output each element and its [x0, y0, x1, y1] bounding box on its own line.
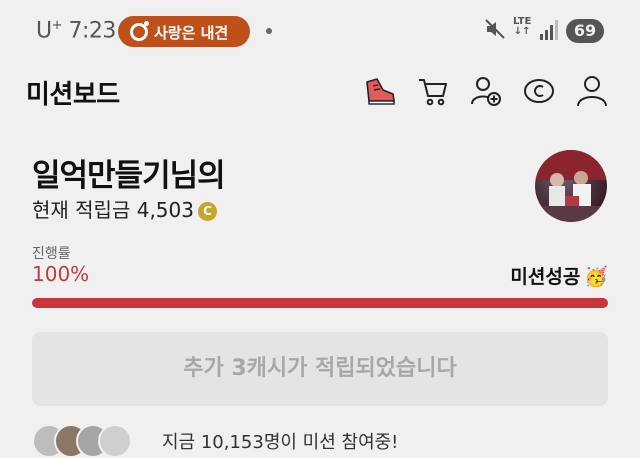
participant-avatar: [98, 424, 132, 458]
cart-icon[interactable]: [416, 74, 450, 108]
carrier-sup: +: [51, 18, 63, 33]
network-indicator: LTE ↓↑: [513, 17, 531, 37]
signal-icon: [540, 20, 558, 40]
add-friend-icon[interactable]: [469, 74, 503, 108]
notification-pill[interactable]: 사랑은 내견: [118, 16, 250, 47]
app-icon: [130, 21, 149, 41]
carrier-label: U: [36, 18, 52, 44]
coin-icon: C: [197, 202, 217, 221]
carrier-time: U+ 7:23: [36, 18, 116, 43]
mute-icon: [485, 19, 505, 39]
notification-dot: [266, 28, 272, 34]
reward-notice: 추가 3캐시가 적립되었습니다: [32, 332, 608, 406]
status-bar: U+ 7:23 사랑은 내견 LTE ↓↑ 69: [0, 0, 640, 62]
points-label: 현재 적립금: [32, 198, 131, 222]
mission-status-text: 미션성공: [510, 266, 581, 288]
progress-label: 진행률: [32, 246, 71, 262]
data-arrows-icon: ↓↑: [513, 26, 531, 37]
cash-icon[interactable]: [522, 74, 556, 108]
profile-icon[interactable]: [575, 74, 609, 108]
avatar[interactable]: [535, 150, 607, 222]
progress-bar: [32, 298, 608, 308]
clock: 7:23: [68, 18, 117, 44]
participants-text: 지금 10,153명이 미션 참여중!: [162, 432, 399, 453]
user-name: 일억만들기님의: [32, 158, 226, 194]
progress-fill: [32, 298, 608, 308]
points-value: 4,503: [136, 198, 194, 222]
progress-percent: 100%: [32, 262, 90, 286]
battery-indicator: 69: [566, 19, 604, 43]
points-summary: 현재 적립금 4,503 C: [32, 194, 217, 223]
notification-text: 사랑은 내견: [154, 24, 229, 42]
page-title: 미션보드: [26, 80, 120, 110]
mission-status: 미션성공 🥳: [510, 262, 608, 289]
party-face-icon: 🥳: [584, 266, 608, 288]
shoe-icon[interactable]: [363, 74, 397, 108]
